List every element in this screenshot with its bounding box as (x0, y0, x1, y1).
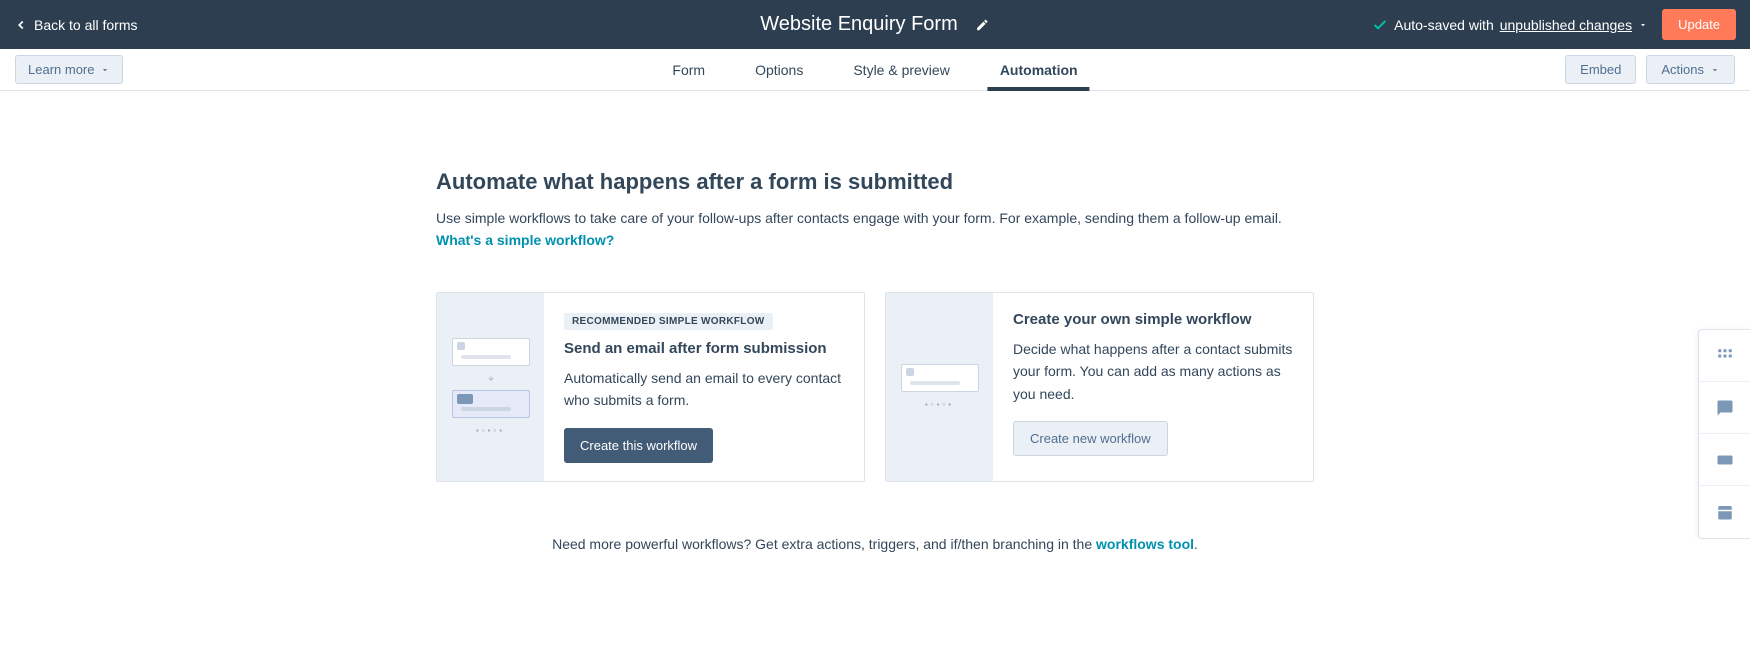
embed-button[interactable]: Embed (1565, 55, 1636, 84)
page-subtext: Use simple workflows to take care of you… (436, 207, 1314, 252)
caret-down-icon (100, 65, 110, 75)
dock-calendar-icon[interactable] (1699, 486, 1750, 538)
create-this-workflow-button[interactable]: Create this workflow (564, 428, 713, 463)
subbar-right: Embed Actions (1565, 55, 1735, 84)
subbar: Learn more Form Options Style & preview … (0, 49, 1750, 91)
badge-recommended: RECOMMENDED SIMPLE WORKFLOW (564, 313, 773, 330)
illust-box (452, 390, 530, 418)
side-dock (1698, 329, 1750, 539)
illust-dots: ▪▫▪▫▪ (925, 400, 954, 409)
caret-down-icon (1638, 20, 1648, 30)
tab-form[interactable]: Form (672, 49, 705, 90)
tab-options[interactable]: Options (755, 49, 803, 90)
tab-automation[interactable]: Automation (1000, 49, 1078, 90)
card-recommended: ▪▫▪▫▪ RECOMMENDED SIMPLE WORKFLOW Send a… (436, 292, 865, 482)
card-custom: ▪▫▪▫▪ Create your own simple workflow De… (885, 292, 1314, 482)
content: Automate what happens after a form is su… (0, 91, 1750, 552)
topbar: Back to all forms Website Enquiry Form A… (0, 0, 1750, 49)
back-label: Back to all forms (34, 17, 137, 33)
pencil-icon[interactable] (976, 18, 990, 32)
autosave-status[interactable]: Auto-saved with unpublished changes (1372, 17, 1648, 33)
autosave-changes: unpublished changes (1500, 17, 1632, 33)
card-illustration: ▪▫▪▫▪ (886, 293, 993, 481)
illust-dots: ▪▫▪▫▪ (476, 426, 505, 435)
caret-down-icon (1710, 65, 1720, 75)
card-title: Create your own simple workflow (1013, 311, 1293, 328)
learn-more-button[interactable]: Learn more (15, 55, 123, 84)
form-title: Website Enquiry Form (760, 13, 957, 36)
card-illustration: ▪▫▪▫▪ (437, 293, 544, 481)
update-button[interactable]: Update (1662, 9, 1736, 40)
tabs: Form Options Style & preview Automation (672, 49, 1077, 90)
autosave-prefix: Auto-saved with (1394, 17, 1494, 33)
check-icon (1372, 17, 1388, 33)
card-body: RECOMMENDED SIMPLE WORKFLOW Send an emai… (544, 293, 864, 481)
cards: ▪▫▪▫▪ RECOMMENDED SIMPLE WORKFLOW Send a… (436, 292, 1314, 482)
back-to-forms-link[interactable]: Back to all forms (14, 17, 137, 33)
card-desc: Decide what happens after a contact subm… (1013, 338, 1293, 405)
chevron-left-icon (14, 18, 28, 32)
topbar-right: Auto-saved with unpublished changes Upda… (1372, 9, 1736, 40)
arrow-down-icon (487, 374, 495, 382)
create-new-workflow-button[interactable]: Create new workflow (1013, 421, 1168, 456)
tab-style-preview[interactable]: Style & preview (853, 49, 949, 90)
card-desc: Automatically send an email to every con… (564, 367, 844, 412)
workflows-tool-link[interactable]: workflows tool (1096, 536, 1194, 552)
dock-chat-icon[interactable] (1699, 382, 1750, 434)
content-inner: Automate what happens after a form is su… (436, 169, 1314, 552)
footer-text: Need more powerful workflows? Get extra … (436, 536, 1314, 552)
page-heading: Automate what happens after a form is su… (436, 169, 1314, 195)
simple-workflow-link[interactable]: What's a simple workflow? (436, 232, 614, 248)
card-title: Send an email after form submission (564, 340, 844, 357)
card-body: Create your own simple workflow Decide w… (993, 293, 1313, 481)
illust-box (901, 364, 979, 392)
dock-grid-icon[interactable] (1699, 330, 1750, 382)
dock-card-icon[interactable] (1699, 434, 1750, 486)
title-wrap: Website Enquiry Form (760, 13, 989, 36)
illust-box (452, 338, 530, 366)
actions-button[interactable]: Actions (1646, 55, 1735, 84)
